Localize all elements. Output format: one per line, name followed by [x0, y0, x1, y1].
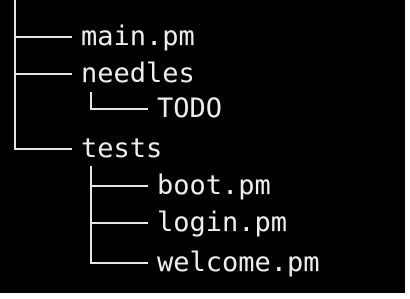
tree-row-todo: TODO [0, 91, 405, 127]
tree-row-needles: needles [0, 56, 405, 92]
tree-branch-connector [14, 131, 74, 167]
tree-row-main-pm: main.pm [0, 19, 405, 55]
folder-tests[interactable]: tests [81, 131, 162, 167]
file-welcome-pm[interactable]: welcome.pm [157, 245, 320, 281]
tree-branch-connector [90, 168, 150, 204]
file-boot-pm[interactable]: boot.pm [157, 168, 271, 204]
folder-needles[interactable]: needles [81, 56, 195, 92]
tree-row-tests: tests [0, 131, 405, 167]
file-main-pm[interactable]: main.pm [81, 19, 195, 55]
file-todo[interactable]: TODO [157, 91, 222, 127]
terminal-window: main.pm needles TODO tests boot.pm login… [0, 0, 405, 293]
tree-branch-connector [90, 91, 150, 127]
tree-row-login-pm: login.pm [0, 205, 405, 241]
tree-branch-connector [90, 205, 150, 241]
tree-branch-connector [14, 19, 74, 55]
tree-row-boot-pm: boot.pm [0, 168, 405, 204]
tree-branch-connector [90, 245, 150, 281]
tree-row-welcome-pm: welcome.pm [0, 245, 405, 281]
file-login-pm[interactable]: login.pm [157, 205, 287, 241]
tree-branch-connector [14, 56, 74, 92]
